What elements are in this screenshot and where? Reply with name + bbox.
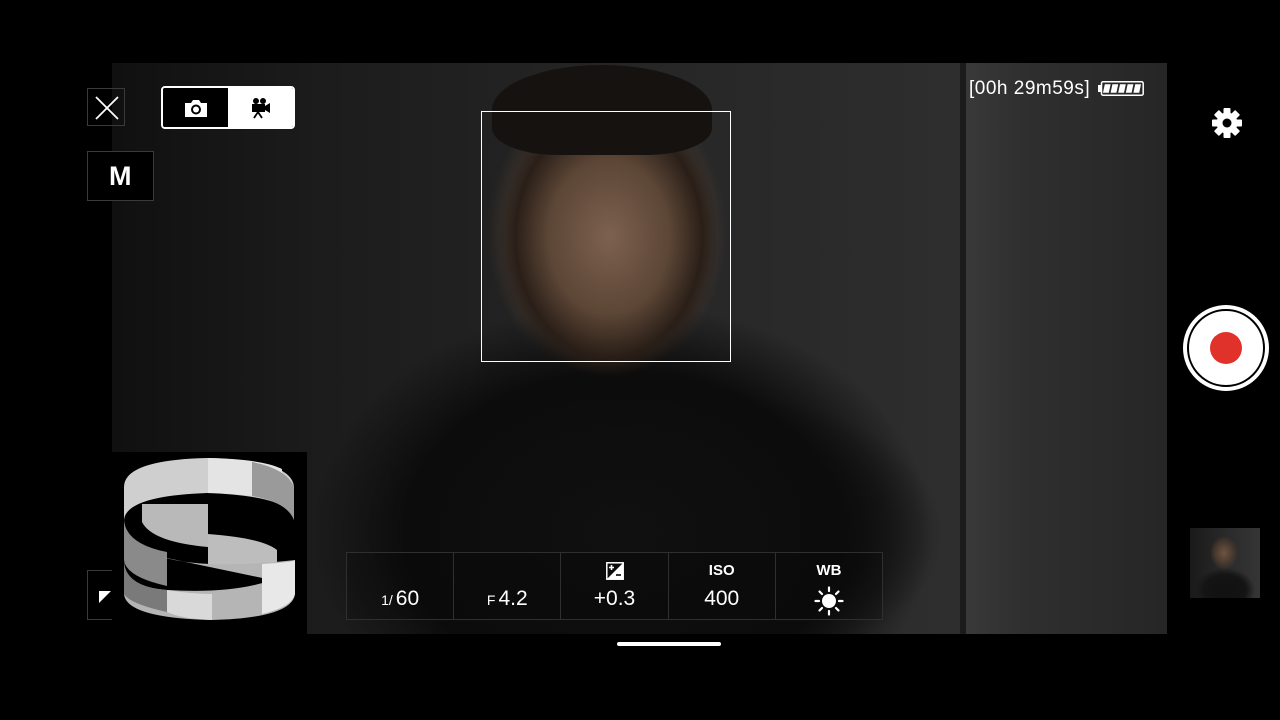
face-detection-box [481,111,731,362]
background-door [960,63,1167,634]
record-button[interactable] [1183,305,1269,391]
photo-video-toggle[interactable] [161,86,295,129]
iso-label: ISO [708,562,735,579]
exposure-settings-bar: 1/60 F 4.2 +0.3 ISO 400 WB [346,552,883,620]
battery-cell [1102,84,1111,93]
iso-control[interactable]: ISO 400 [669,553,776,619]
shutter-speed-value: 1/60 [347,587,453,612]
white-balance-control[interactable]: WB [776,553,882,619]
iso-value: 400 [704,587,740,610]
brand-logo-overlay [112,452,307,634]
brand-logo [124,458,295,620]
exposure-compensation-control[interactable]: +0.3 [561,553,669,619]
settings-button[interactable] [1210,106,1244,140]
sun-icon [814,586,844,616]
aperture-number: 4.2 [498,587,528,610]
battery-level-fill [1102,84,1142,93]
camera-icon [184,99,207,117]
exposure-mode-button[interactable]: M [87,151,154,201]
shutter-speed-prefix: 1/ [381,592,393,608]
battery-cell [1125,84,1134,93]
close-button[interactable] [87,88,125,126]
shutter-speed-control[interactable]: 1/60 [347,553,455,619]
record-dot-icon [1210,332,1242,364]
battery-cell [1110,84,1119,93]
remaining-record-time: [00h 29m59s] [969,78,1091,99]
gallery-thumbnail[interactable] [1190,528,1260,598]
video-mode-button[interactable] [228,88,293,127]
battery-icon [1098,81,1144,96]
battery-cell [1133,84,1142,93]
aperture-value: F 4.2 [454,587,560,612]
home-indicator[interactable] [617,642,721,646]
background-door-edge [960,63,966,634]
video-camera-icon [251,97,270,118]
battery-cell [1118,84,1126,93]
expand-triangle-icon [99,591,111,603]
aperture-control[interactable]: F 4.2 [454,553,562,619]
white-balance-label: WB [816,562,842,579]
shutter-speed-number: 60 [395,587,420,610]
aperture-prefix: F [486,592,496,608]
gear-icon [1212,108,1242,138]
exposure-compensation-icon [605,562,624,580]
exposure-compensation-value: +0.3 [593,587,636,610]
close-icon [95,96,119,120]
photo-mode-button[interactable] [163,88,228,127]
